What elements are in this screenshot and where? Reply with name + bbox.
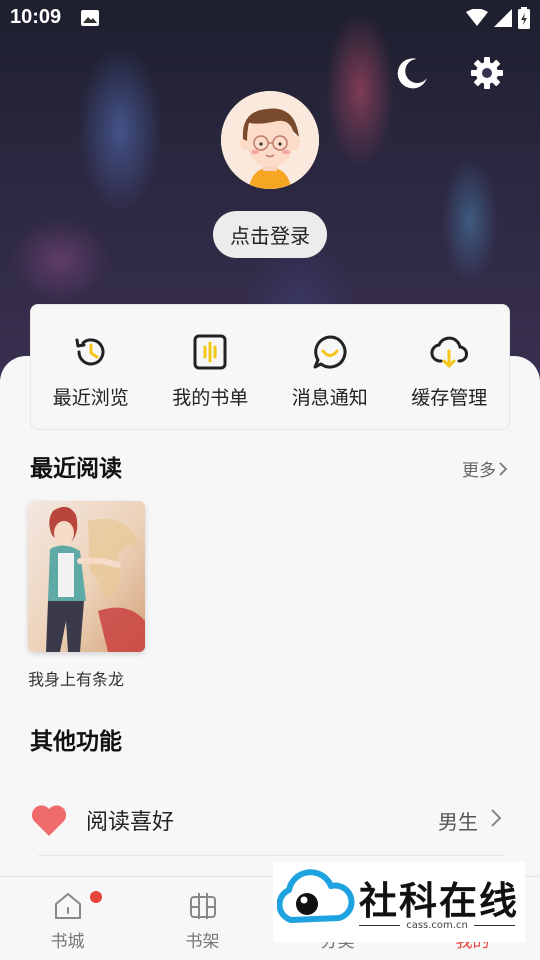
quick-actions-card: 最近浏览 我的书单 消息通知 缓存管理 bbox=[30, 304, 510, 430]
quick-action-label: 我的书单 bbox=[172, 387, 249, 409]
quick-action-my-booklist[interactable]: 我的书单 bbox=[151, 305, 271, 429]
login-button[interactable]: 点击登录 bbox=[213, 211, 327, 258]
gallery-notification-icon bbox=[81, 10, 99, 26]
notification-badge bbox=[90, 891, 102, 903]
more-label: 更多 bbox=[462, 461, 496, 481]
quick-action-label: 缓存管理 bbox=[411, 387, 488, 409]
home-icon bbox=[54, 893, 81, 919]
history-icon bbox=[75, 338, 105, 366]
tab-label: 书城 bbox=[50, 932, 85, 952]
tab-label: 书架 bbox=[185, 932, 220, 952]
chevron-right-icon bbox=[499, 461, 508, 476]
watermark-subtitle: cass.com.cn bbox=[406, 920, 468, 931]
cloud-eye-logo-icon bbox=[277, 869, 355, 923]
book-cover-image bbox=[28, 501, 145, 652]
watermark-line bbox=[473, 925, 516, 926]
message-icon bbox=[313, 335, 347, 369]
heart-icon bbox=[31, 805, 67, 836]
chevron-right-icon bbox=[491, 809, 502, 827]
preference-label: 阅读喜好 bbox=[86, 810, 175, 835]
recent-more-link[interactable]: 更多 bbox=[462, 456, 508, 481]
watermark-title: 社科在线 bbox=[359, 878, 520, 923]
settings-gear-icon[interactable] bbox=[469, 55, 505, 91]
status-icons bbox=[466, 7, 530, 29]
quick-action-label: 最近浏览 bbox=[52, 387, 129, 409]
book-title: 我身上有条龙 bbox=[28, 670, 125, 689]
night-mode-icon[interactable] bbox=[396, 56, 430, 90]
quick-action-cache-manage[interactable]: 缓存管理 bbox=[390, 305, 510, 429]
status-time: 10:09 bbox=[10, 6, 62, 28]
watermark-line bbox=[359, 925, 401, 926]
quick-action-recent-browse[interactable]: 最近浏览 bbox=[31, 305, 151, 429]
booklist-icon bbox=[193, 334, 227, 370]
reading-preference-row[interactable]: 阅读喜好 男生 bbox=[30, 790, 510, 850]
cloud-download-icon bbox=[430, 336, 469, 368]
bookshelf-icon bbox=[189, 893, 216, 919]
row-divider bbox=[38, 855, 504, 856]
preference-value: 男生 bbox=[438, 809, 478, 834]
avatar-illustration bbox=[221, 91, 319, 189]
recent-reading-title: 最近阅读 bbox=[30, 456, 122, 482]
watermark-subtitle-row: cass.com.cn bbox=[359, 920, 516, 931]
battery-icon bbox=[518, 7, 530, 29]
tab-bookshelf[interactable]: 书架 bbox=[135, 877, 270, 960]
user-avatar[interactable] bbox=[221, 91, 319, 189]
quick-action-messages[interactable]: 消息通知 bbox=[270, 305, 390, 429]
quick-action-label: 消息通知 bbox=[291, 387, 368, 409]
status-bar: 10:09 bbox=[0, 0, 540, 36]
other-features-title: 其他功能 bbox=[30, 729, 122, 755]
wifi-icon bbox=[466, 9, 488, 26]
recent-book-item[interactable]: 我身上有条龙 bbox=[28, 501, 146, 690]
watermark-overlay: 社科在线 cass.com.cn bbox=[273, 862, 525, 942]
tab-bookstore[interactable]: 书城 bbox=[0, 877, 135, 960]
signal-icon bbox=[494, 9, 512, 27]
